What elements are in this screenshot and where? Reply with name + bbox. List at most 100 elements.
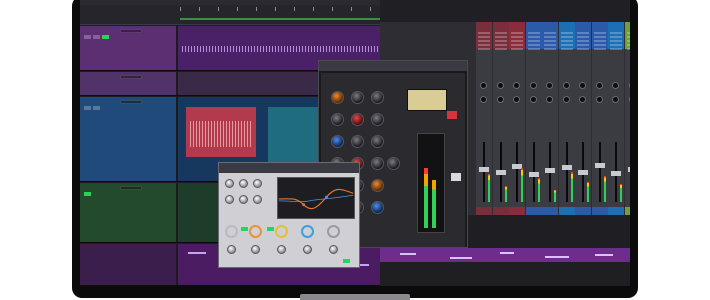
channel-name-plate[interactable] (608, 207, 624, 215)
insert-slot[interactable] (494, 44, 507, 46)
channel-color-tab[interactable] (476, 22, 492, 27)
eq-knob[interactable] (371, 135, 384, 148)
channel-color-tab[interactable] (492, 22, 509, 27)
plugin-titlebar[interactable] (319, 61, 467, 71)
volume-fader[interactable] (578, 169, 588, 175)
eq-knob[interactable] (225, 179, 234, 188)
track-io-selector[interactable] (120, 29, 142, 33)
insert-slot[interactable] (577, 32, 589, 34)
band-knob[interactable] (301, 225, 314, 238)
solo-button[interactable] (93, 106, 100, 110)
pan-knob[interactable] (595, 96, 603, 103)
channel-strip[interactable] (558, 22, 575, 215)
eq-knob[interactable] (371, 113, 384, 126)
insert-slot[interactable] (626, 48, 630, 50)
band-knob[interactable] (225, 225, 238, 238)
eq-knob[interactable] (371, 91, 384, 104)
insert-slot[interactable] (626, 40, 630, 42)
channel-name-plate[interactable] (591, 207, 608, 215)
insert-slot[interactable] (478, 44, 490, 46)
channel-strip[interactable] (591, 22, 608, 215)
insert-slot[interactable] (511, 48, 523, 50)
insert-slot[interactable] (626, 36, 630, 38)
volume-fader[interactable] (479, 166, 489, 172)
pan-knob[interactable] (628, 96, 630, 103)
channel-strip[interactable] (476, 22, 492, 215)
insert-slot[interactable] (626, 32, 630, 34)
track-header[interactable] (80, 244, 176, 285)
insert-slot[interactable] (577, 44, 589, 46)
insert-slot[interactable] (593, 48, 606, 50)
record-arm-button[interactable] (84, 106, 91, 110)
insert-slot[interactable] (577, 48, 589, 50)
insert-slot[interactable] (494, 32, 507, 34)
channel-name-plate[interactable] (509, 207, 525, 215)
insert-slot[interactable] (511, 36, 523, 38)
track-io-selector[interactable] (120, 100, 142, 104)
insert-slot[interactable] (577, 36, 589, 38)
channel-color-tab[interactable] (509, 22, 525, 27)
send-knob[interactable] (612, 82, 619, 89)
eq-knob[interactable] (277, 245, 286, 254)
insert-slot[interactable] (478, 48, 490, 50)
insert-slot[interactable] (478, 32, 490, 34)
insert-slot[interactable] (527, 44, 540, 46)
eq-plugin-window[interactable] (218, 162, 360, 268)
insert-slot[interactable] (593, 32, 606, 34)
pan-knob[interactable] (496, 96, 504, 103)
channel-name-plate[interactable] (624, 207, 630, 215)
insert-slot[interactable] (511, 44, 523, 46)
eq-knob[interactable] (239, 179, 248, 188)
channel-strip[interactable] (525, 22, 542, 215)
compressor-knob[interactable] (371, 157, 384, 170)
insert-slot[interactable] (593, 36, 606, 38)
track-header[interactable] (80, 72, 176, 95)
channel-color-tab[interactable] (542, 22, 558, 27)
eq-knob[interactable] (251, 245, 260, 254)
pan-knob[interactable] (579, 96, 586, 103)
volume-fader[interactable] (627, 166, 630, 172)
volume-fader[interactable] (561, 165, 572, 171)
band-enable-switch[interactable] (267, 227, 274, 231)
eq-knob[interactable] (351, 113, 364, 126)
insert-slot[interactable] (511, 40, 523, 42)
band-enable-switch[interactable] (241, 227, 248, 231)
insert-slot[interactable] (527, 36, 540, 38)
send-knob[interactable] (513, 82, 520, 89)
timeline-ruler[interactable] (80, 5, 380, 25)
insert-slot[interactable] (527, 32, 540, 34)
eq-knob[interactable] (253, 179, 262, 188)
track-header[interactable] (80, 26, 176, 70)
eq-knob[interactable] (331, 135, 344, 148)
power-icon[interactable] (447, 111, 457, 119)
band-knob[interactable] (327, 225, 340, 238)
eq-knob[interactable] (303, 245, 312, 254)
pan-knob[interactable] (529, 96, 537, 103)
volume-fader[interactable] (594, 162, 605, 168)
send-knob[interactable] (546, 82, 553, 89)
eq-knob[interactable] (227, 245, 236, 254)
midi-region-bar[interactable] (380, 248, 630, 262)
send-knob[interactable] (480, 82, 487, 89)
insert-slot[interactable] (577, 40, 589, 42)
track-header[interactable] (80, 183, 176, 242)
channel-color-tab[interactable] (525, 22, 542, 27)
insert-slot[interactable] (494, 48, 507, 50)
insert-slot[interactable] (560, 44, 573, 46)
send-knob[interactable] (496, 82, 504, 89)
pan-knob[interactable] (612, 96, 619, 103)
insert-slot[interactable] (610, 44, 622, 46)
eq-knob[interactable] (331, 113, 344, 126)
channel-name-plate[interactable] (492, 207, 509, 215)
channel-color-tab[interactable] (591, 22, 608, 27)
channel-color-tab[interactable] (608, 22, 624, 27)
insert-slot[interactable] (511, 32, 523, 34)
eq-knob[interactable] (225, 195, 234, 204)
insert-slot[interactable] (544, 48, 556, 50)
send-knob[interactable] (562, 82, 570, 89)
audio-clip[interactable] (186, 107, 256, 157)
insert-slot[interactable] (593, 44, 606, 46)
channel-name-plate[interactable] (575, 207, 591, 215)
insert-slot[interactable] (610, 36, 622, 38)
insert-slot[interactable] (560, 40, 573, 42)
